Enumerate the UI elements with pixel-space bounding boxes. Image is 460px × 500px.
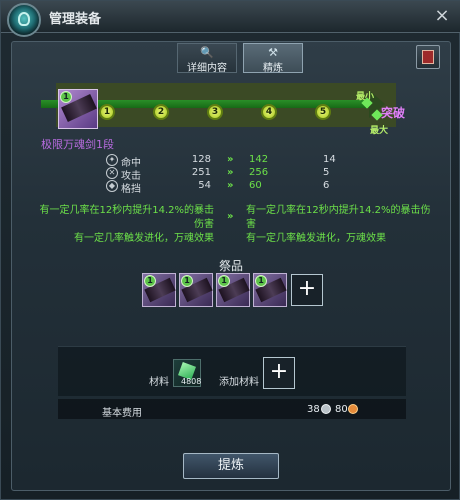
stage-node: 4 xyxy=(261,104,277,120)
refine-button[interactable]: 提炼 xyxy=(183,453,279,479)
tab-label: 详细内容 xyxy=(187,63,227,74)
sacrifice-slot[interactable]: 1 xyxy=(142,273,176,307)
book-icon xyxy=(422,50,434,64)
add-material-label: 添加材料 xyxy=(219,377,259,388)
stage-node: 3 xyxy=(207,104,223,120)
stage-node: 2 xyxy=(153,104,169,120)
stat-delta: 6 xyxy=(323,180,330,191)
window-frame: 管理装备 × 🔍 详细内容 ⚒ 精炼 1 1 2 3 4 5 最小 最大 突破 … xyxy=(0,0,460,500)
cost-label: 基本费用 xyxy=(102,408,142,419)
shield-icon: ◆ xyxy=(106,180,118,192)
effect-line: 有一定几率触发进化，万魂效果 xyxy=(74,233,214,244)
weapon-name: 极限万魂剑1段 xyxy=(41,138,114,151)
materials-area xyxy=(58,346,406,396)
bronze-amount: 80 xyxy=(335,404,348,415)
stat-row: ◆ 格挡 54 » 60 6 xyxy=(1,180,460,195)
level-badge: 1 xyxy=(218,275,230,287)
title-bar: 管理装备 × xyxy=(1,1,460,37)
weapon-slot[interactable]: 1 xyxy=(58,89,98,129)
level-badge: 1 xyxy=(60,91,72,103)
tab-details[interactable]: 🔍 详细内容 xyxy=(177,43,237,74)
silver-coin-icon xyxy=(321,404,331,414)
anvil-icon: ⚒ xyxy=(268,46,278,59)
effect-line: 有一定几率触发进化，万魂效果 xyxy=(246,233,386,244)
arrow-icon: » xyxy=(227,180,234,191)
sacrifice-slot[interactable]: 1 xyxy=(253,273,287,307)
effect-line: 有一定几率在12秒内提升14.2%的暴击伤害 xyxy=(39,205,215,230)
stat-row: ✦ 命中 128 » 142 14 xyxy=(1,154,460,169)
breakthrough-label: 突破 xyxy=(381,106,406,120)
stat-current: 251 xyxy=(191,167,211,178)
arrow-icon: » xyxy=(227,154,234,165)
max-label: 最大 xyxy=(370,126,389,136)
sacrifice-title: 祭品 xyxy=(218,259,243,273)
arrow-icon: » xyxy=(227,211,234,222)
sacrifice-slot[interactable]: 1 xyxy=(216,273,250,307)
add-sacrifice-button[interactable]: + xyxy=(291,274,323,306)
stat-new: 60 xyxy=(249,180,262,191)
effect-line: 有一定几率在12秒内提升14.2%的暴击伤害 xyxy=(246,205,431,230)
stat-row: ✕ 攻击 251 » 256 5 xyxy=(1,167,460,182)
stage-node: 5 xyxy=(315,104,331,120)
crosshair-icon: ✦ xyxy=(106,154,118,166)
effect-next: 有一定几率在12秒内提升14.2%的暴击伤害 有一定几率触发进化，万魂效果 xyxy=(246,204,431,246)
guide-book-button[interactable] xyxy=(416,45,440,69)
stat-new: 256 xyxy=(249,167,269,178)
stat-new: 142 xyxy=(249,154,269,165)
tab-bar: 🔍 详细内容 ⚒ 精炼 xyxy=(177,43,307,74)
level-badge: 1 xyxy=(255,275,267,287)
close-button[interactable]: × xyxy=(431,5,453,27)
add-material-button[interactable]: + xyxy=(263,357,295,389)
arrow-icon: » xyxy=(227,167,234,178)
sacrifice-slot[interactable]: 1 xyxy=(179,273,213,307)
tab-label: 精炼 xyxy=(263,63,283,74)
stat-current: 128 xyxy=(191,154,211,165)
level-badge: 1 xyxy=(144,275,156,287)
search-icon: 🔍 xyxy=(200,46,214,59)
stat-delta: 14 xyxy=(323,154,336,165)
window-title: 管理装备 xyxy=(49,12,102,27)
silver-amount: 38 xyxy=(307,404,320,415)
bronze-coin-icon xyxy=(348,404,358,414)
material-count: 4808 xyxy=(181,377,202,386)
swords-icon: ✕ xyxy=(106,167,118,179)
emblem-icon xyxy=(7,3,41,37)
effect-current: 有一定几率在12秒内提升14.2%的暴击伤害 有一定几率触发进化，万魂效果 xyxy=(34,204,215,246)
stat-label: 格挡 xyxy=(121,184,141,195)
level-badge: 1 xyxy=(181,275,193,287)
stat-delta: 5 xyxy=(323,167,330,178)
tab-refine[interactable]: ⚒ 精炼 xyxy=(243,43,303,74)
materials-label: 材料 xyxy=(149,377,169,388)
stat-current: 54 xyxy=(198,180,211,191)
stage-node: 1 xyxy=(99,104,115,120)
